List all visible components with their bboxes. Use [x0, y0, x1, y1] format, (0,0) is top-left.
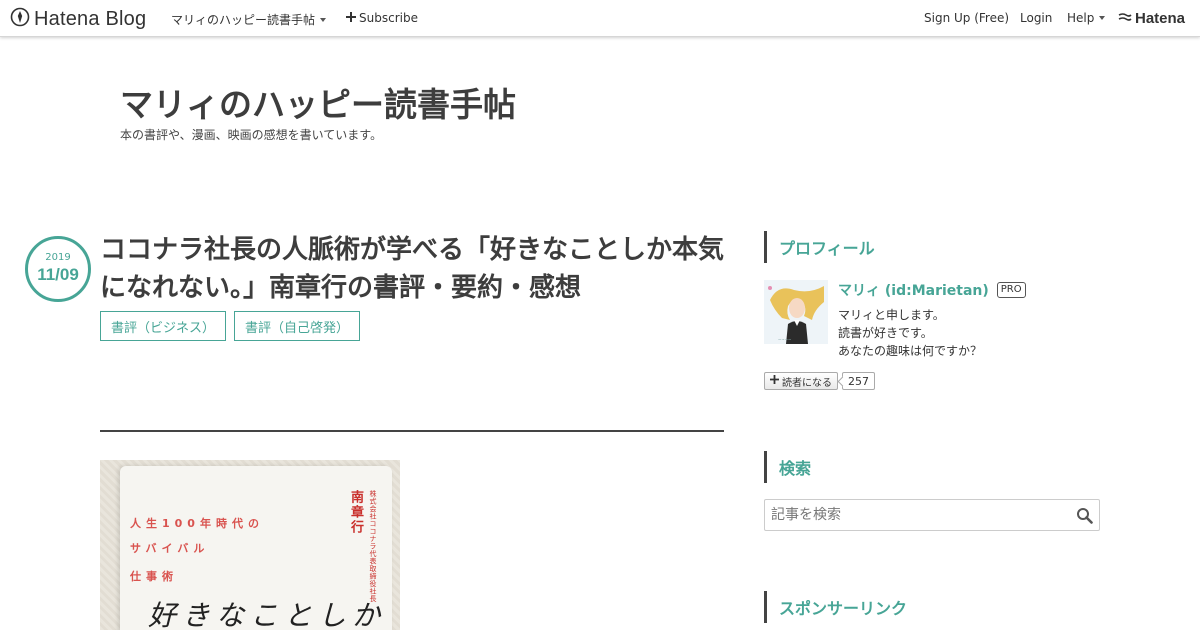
blog-menu-label: マリィのハッピー読書手帖 [171, 13, 316, 27]
blog-menu-dropdown[interactable]: マリィのハッピー読書手帖 [171, 11, 327, 28]
profile-name-row: マリィ (id:Marietan) PRO [838, 280, 1026, 300]
entry-date-month-day: 11/09 [37, 265, 79, 284]
hatena-logo-text: Hatena [1135, 10, 1186, 27]
login-label: Login [1020, 11, 1053, 25]
subscribe-reader-widget: 読者になる 257 [764, 372, 875, 390]
profile-heading: プロフィール [764, 231, 875, 263]
book-cover-image: 人生100年時代の サバイバル 仕事術 南章行 株式会社ココナラ代表取締役社長 … [100, 460, 400, 630]
profile-name-link[interactable]: マリィ (id:Marietan) [838, 280, 989, 300]
book-author: 南章行 [348, 490, 363, 535]
profile-line: あなたの趣味は何ですか？ [838, 344, 983, 358]
pro-badge[interactable]: PRO [996, 282, 1026, 298]
search-form [764, 499, 1100, 531]
chevron-down-icon [320, 17, 327, 22]
profile-line: 読書が好きです。 [838, 326, 933, 340]
global-header: Hatena Blog マリィのハッピー読書手帖 Subscribe Sign … [0, 0, 1200, 37]
profile-line: マリィと申します。 [838, 308, 945, 322]
hatena-swoosh-icon [1118, 9, 1132, 28]
category-tag[interactable]: 書評（自己啓発） [234, 311, 361, 341]
sponsor-heading: スポンサーリンク [764, 591, 907, 623]
svg-text:~~~~: ~~~~ [778, 337, 791, 342]
search-input[interactable] [765, 500, 1065, 530]
blog-title[interactable]: マリィのハッピー読書手帖 [120, 78, 516, 126]
book-cover: 人生100年時代の サバイバル 仕事術 南章行 株式会社ココナラ代表取締役社長 … [120, 466, 392, 630]
book-subtitle-line-3: 仕事術 [130, 570, 178, 583]
book-title-handwritten: 好きなことしか [148, 599, 387, 630]
search-icon[interactable] [1076, 507, 1093, 528]
plus-icon [346, 11, 356, 25]
signup-link[interactable]: Sign Up (Free) [924, 11, 1009, 25]
login-link[interactable]: Login [1020, 11, 1052, 25]
logo-text: Hatena Blog [34, 7, 147, 30]
hatena-blog-logo[interactable]: Hatena Blog [10, 7, 146, 31]
entry-date-year: 2019 [45, 252, 71, 263]
help-label: Help [1067, 11, 1095, 25]
entry-date-badge[interactable]: 2019 11/09 [25, 236, 91, 302]
category-tag[interactable]: 書評（ビジネス） [100, 311, 227, 341]
blog-description: 本の書評や、漫画、映画の感想を書いています。 [120, 128, 383, 142]
become-reader-label: 読者になる [782, 377, 832, 389]
chevron-down-icon [1099, 16, 1106, 20]
entry-divider [100, 430, 724, 432]
hatena-logo[interactable]: Hatena [1118, 9, 1185, 28]
avatar[interactable]: ~~~~ [764, 280, 828, 344]
book-subtitle-line-1: 人生100年時代の [130, 517, 264, 530]
plus-icon [770, 375, 779, 387]
reader-count[interactable]: 257 [842, 372, 875, 390]
subscribe-button[interactable]: Subscribe [346, 11, 418, 25]
profile-description: マリィと申します。 読書が好きです。 あなたの趣味は何ですか？ [838, 306, 982, 360]
signup-label: Sign Up (Free) [924, 11, 1010, 25]
search-heading: 検索 [764, 451, 811, 483]
hatena-blog-pen-icon [10, 7, 30, 31]
book-subtitle-line-2: サバイバル [130, 542, 210, 555]
entry-title[interactable]: ココナラ社長の人脈術が学べる「好きなことしか本気になれない。」南章行の書評・要約… [100, 231, 730, 307]
subscribe-label: Subscribe [359, 11, 418, 25]
book-publisher: 株式会社ココナラ代表取締役社長 [369, 490, 377, 603]
help-dropdown[interactable]: Help [1067, 11, 1106, 25]
become-reader-button[interactable]: 読者になる [764, 372, 838, 390]
entry-categories: 書評（ビジネス） 書評（自己啓発） [100, 311, 361, 341]
